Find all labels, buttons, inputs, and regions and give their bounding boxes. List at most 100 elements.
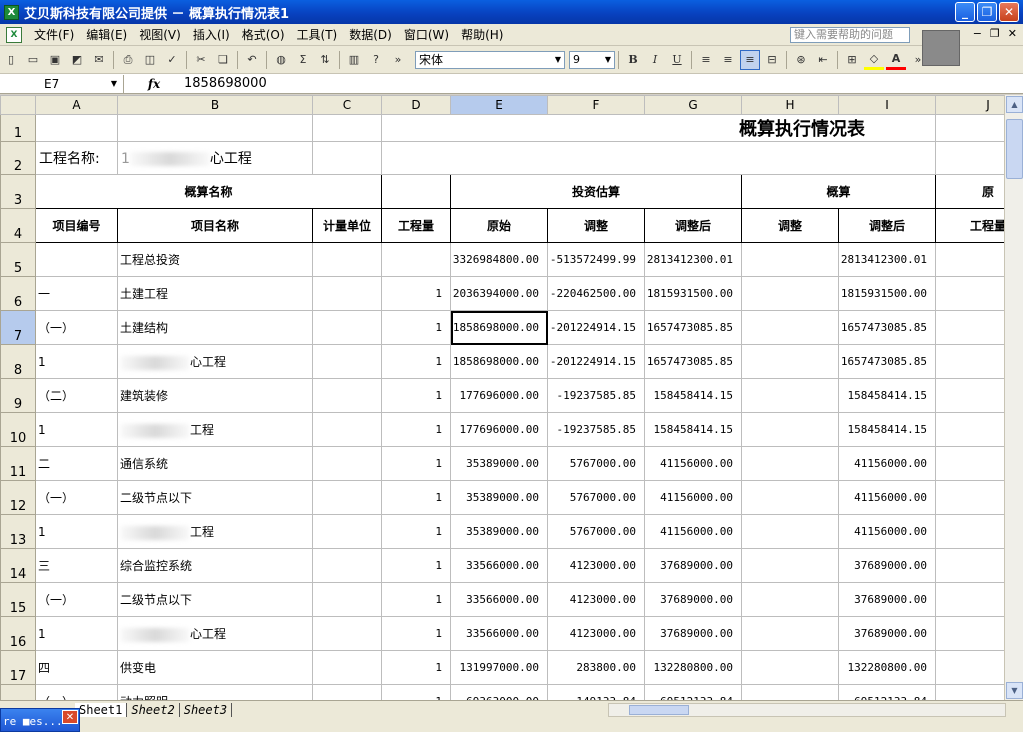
insert-function-icon[interactable]: fx (124, 77, 184, 91)
cell-unit[interactable] (312, 616, 382, 651)
help-search-input[interactable]: 键入需要帮助的问题 (790, 27, 910, 43)
sheet-tab-2[interactable]: Sheet2 (127, 702, 180, 717)
font-name-select[interactable]: 宋体 ▼ (415, 50, 565, 69)
cell-original[interactable]: 131997000.00 (450, 650, 548, 685)
project-label[interactable]: 工程名称: (35, 141, 118, 175)
cell-quantity[interactable]: 1 (381, 684, 451, 700)
close-button[interactable]: ✕ (999, 2, 1019, 22)
cell-budget-adjustment[interactable] (741, 684, 839, 700)
cell-budget-adjustment[interactable] (741, 480, 839, 515)
cell-unit[interactable] (312, 446, 382, 481)
cell-original[interactable]: 69363000.00 (450, 684, 548, 700)
cell-original[interactable]: 33566000.00 (450, 582, 548, 617)
cell-item-no[interactable]: （一） (35, 480, 118, 515)
cell-quantity[interactable]: 1 (381, 480, 451, 515)
cell-adjustment[interactable]: 5767000.00 (547, 480, 645, 515)
align-right-icon[interactable]: ≡ (740, 49, 760, 70)
print-preview-icon[interactable]: ◫ (140, 50, 160, 70)
doc-minimize-button[interactable]: − (973, 27, 982, 40)
cell-budget-adjusted[interactable]: 41156000.00 (838, 446, 936, 481)
chart-icon[interactable]: ▥ (344, 50, 364, 70)
select-all-corner[interactable] (0, 95, 36, 115)
cell-original[interactable]: 35389000.00 (450, 514, 548, 549)
email-icon[interactable]: ✉ (89, 50, 109, 70)
cell-budget-adjustment[interactable] (741, 548, 839, 583)
header-adjusted[interactable]: 调整后 (644, 208, 742, 243)
cell-item-no[interactable]: （一） (35, 582, 118, 617)
cell-adjusted[interactable]: 37689000.00 (644, 548, 742, 583)
cell-item-no[interactable]: （二） (35, 378, 118, 413)
row-header[interactable]: 6 (0, 276, 36, 311)
cell-item-no[interactable]: 1 (35, 514, 118, 549)
open-icon[interactable]: ▭ (23, 50, 43, 70)
cell-item-name[interactable]: 心工程 (117, 344, 313, 379)
cell-adjustment[interactable]: 4123000.00 (547, 616, 645, 651)
name-box[interactable]: E7 ▼ (0, 74, 124, 93)
header-unit[interactable]: 计量单位 (312, 208, 382, 243)
cell-quantity-2[interactable] (935, 412, 1004, 447)
workbook-icon[interactable]: X (6, 26, 22, 43)
cell-budget-adjusted[interactable]: 41156000.00 (838, 480, 936, 515)
cell-adjusted[interactable]: 41156000.00 (644, 446, 742, 481)
cell-original[interactable]: 33566000.00 (450, 548, 548, 583)
cell-adjustment[interactable]: -201224914.15 (547, 310, 645, 345)
cell-quantity-2[interactable] (935, 446, 1004, 481)
menu-item[interactable]: 插入(I) (187, 26, 236, 43)
cell-quantity-2[interactable] (935, 276, 1004, 311)
save-icon[interactable]: ▣ (45, 50, 65, 70)
row-header[interactable]: 13 (0, 514, 36, 549)
worksheet-grid[interactable]: ABCDEFGHIJ 1 概算执行情况表 2 工程名称: 1 心工程 3 概算名称… (0, 95, 1004, 700)
row-header[interactable]: 4 (0, 208, 36, 243)
cell-original[interactable]: 35389000.00 (450, 480, 548, 515)
row-header[interactable]: 15 (0, 582, 36, 617)
formula-input[interactable]: 1858698000 (184, 76, 267, 91)
cell-adjustment[interactable]: 283800.00 (547, 650, 645, 685)
menu-item[interactable]: 文件(F) (28, 26, 80, 43)
cell-item-no[interactable]: 二 (35, 446, 118, 481)
cell-quantity-2[interactable] (935, 650, 1004, 685)
cell-adjusted[interactable]: 1657473085.85 (644, 344, 742, 379)
cell-item-no[interactable]: 1 (35, 344, 118, 379)
column-header-f[interactable]: F (547, 95, 645, 115)
cell-item-name[interactable]: 建筑装修 (117, 378, 313, 413)
cell-original[interactable]: 33566000.00 (450, 616, 548, 651)
doc-close-button[interactable]: ✕ (1008, 27, 1017, 40)
cell-unit[interactable] (312, 378, 382, 413)
cell-original[interactable]: 1858698000.00 (450, 344, 548, 379)
underline-icon[interactable]: U (667, 50, 687, 70)
row-header[interactable]: 9 (0, 378, 36, 413)
cell-budget-adjustment[interactable] (741, 412, 839, 447)
column-header-j[interactable]: J (935, 95, 1004, 115)
cell-unit[interactable] (312, 650, 382, 685)
cell-original[interactable]: 3326984800.00 (450, 242, 548, 277)
row-header[interactable]: 8 (0, 344, 36, 379)
cell-item-no[interactable] (35, 242, 118, 277)
minimize-button[interactable]: _ (955, 2, 975, 22)
align-center-icon[interactable]: ≡ (718, 50, 738, 70)
header-budget-adjustment[interactable]: 调整 (741, 208, 839, 243)
cell-quantity[interactable]: 1 (381, 344, 451, 379)
sheet-tab-3[interactable]: Sheet3 (180, 702, 233, 717)
excel-app-icon[interactable]: X (4, 4, 19, 20)
cut-icon[interactable]: ✂ (191, 50, 211, 70)
sheet-title[interactable]: 概算执行情况表 (381, 114, 936, 142)
cell-budget-adjusted[interactable]: 132280800.00 (838, 650, 936, 685)
cell-item-no[interactable]: （一） (35, 684, 118, 700)
cell-quantity-2[interactable] (935, 344, 1004, 379)
scroll-down-icon[interactable]: ▼ (1006, 682, 1023, 699)
cell-budget-adjusted[interactable]: 37689000.00 (838, 548, 936, 583)
cell-item-name[interactable]: 心工程 (117, 616, 313, 651)
row-header[interactable]: 5 (0, 242, 36, 277)
scroll-up-icon[interactable]: ▲ (1006, 96, 1023, 113)
cell-budget-adjustment[interactable] (741, 616, 839, 651)
cell-quantity[interactable]: 1 (381, 310, 451, 345)
cell-original[interactable]: 177696000.00 (450, 378, 548, 413)
autosum-icon[interactable]: Σ (293, 50, 313, 70)
row-header[interactable]: 14 (0, 548, 36, 583)
cell-original[interactable]: 177696000.00 (450, 412, 548, 447)
cell-adjustment[interactable]: 5767000.00 (547, 446, 645, 481)
cell-item-name[interactable]: 动力照明 (117, 684, 313, 700)
cell-budget-adjustment[interactable] (741, 344, 839, 379)
cell-item-name[interactable]: 土建工程 (117, 276, 313, 311)
cell-adjusted[interactable]: 37689000.00 (644, 616, 742, 651)
